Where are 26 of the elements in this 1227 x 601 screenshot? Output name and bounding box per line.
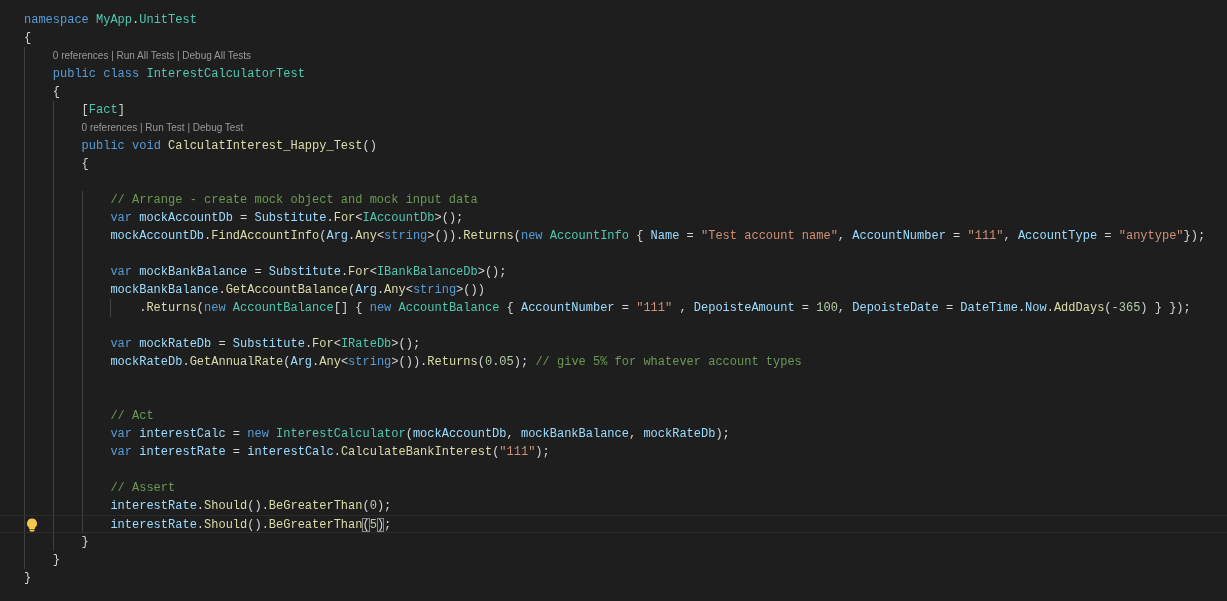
code-line: var mockRateDb = Substitute.For<IRateDb>(); [109,336,421,353]
code-line: { [51,84,60,101]
code-line: namespace MyApp.UnitTest [24,12,197,29]
code-line: var mockBankBalance = Substitute.For<IBankBalanceDb>(); [109,264,507,281]
code-line: } [24,570,32,587]
code-line: mockBankBalance.GetAccountBalance(Arg.Any<string>()) [109,282,485,299]
code-line: interestRate.Should().BeGreaterThan(0); [109,498,392,515]
code-line: var interestCalc = new InterestCalculator(mockAccountDb, mockBankBalance, mockRateDb); [109,426,730,443]
code-line: mockRateDb.GetAnnualRate(Arg.Any<string>()).Returns(0.05); // give 5% for whatever account types [109,354,802,371]
lightbulb-icon[interactable] [26,518,38,532]
code-line: var mockAccountDb = Substitute.For<IAccountDb>(); [109,210,464,227]
code-line: .Returns(new AccountBalance[] { new AccountBalance { AccountNumber = "111" , DepoisteAmount = 100, DepoisteDate = DateTime.Now.AddDays(-365) } }); [138,300,1191,317]
code-line: [Fact] [80,102,125,119]
code-line: { [80,156,89,173]
code-line: mockAccountDb.FindAccountInfo(Arg.Any<string>()).Returns(new AccountInfo { Name = "Test account name", AccountNumber = "111", AccountType = "anytype"}); [109,228,1206,245]
code-line: { [24,30,32,47]
code-line: public void CalculatInterest_Happy_Test() [80,138,377,155]
code-line: // Act [109,408,154,425]
code-line: // Assert [109,480,176,497]
codelens-text[interactable]: 0 references | Run All Tests | Debug All Tests [24,47,252,65]
code-line: var interestRate = interestCalc.CalculateBankInterest("111"); [109,444,550,461]
codelens-text[interactable]: 0 references | Run Test | Debug Test [24,119,244,137]
code-line: // Arrange - create mock object and mock input data [109,192,478,209]
code-line: public class InterestCalculatorTest [51,66,305,83]
code-line: } [80,534,89,551]
code-line: } [51,552,60,569]
